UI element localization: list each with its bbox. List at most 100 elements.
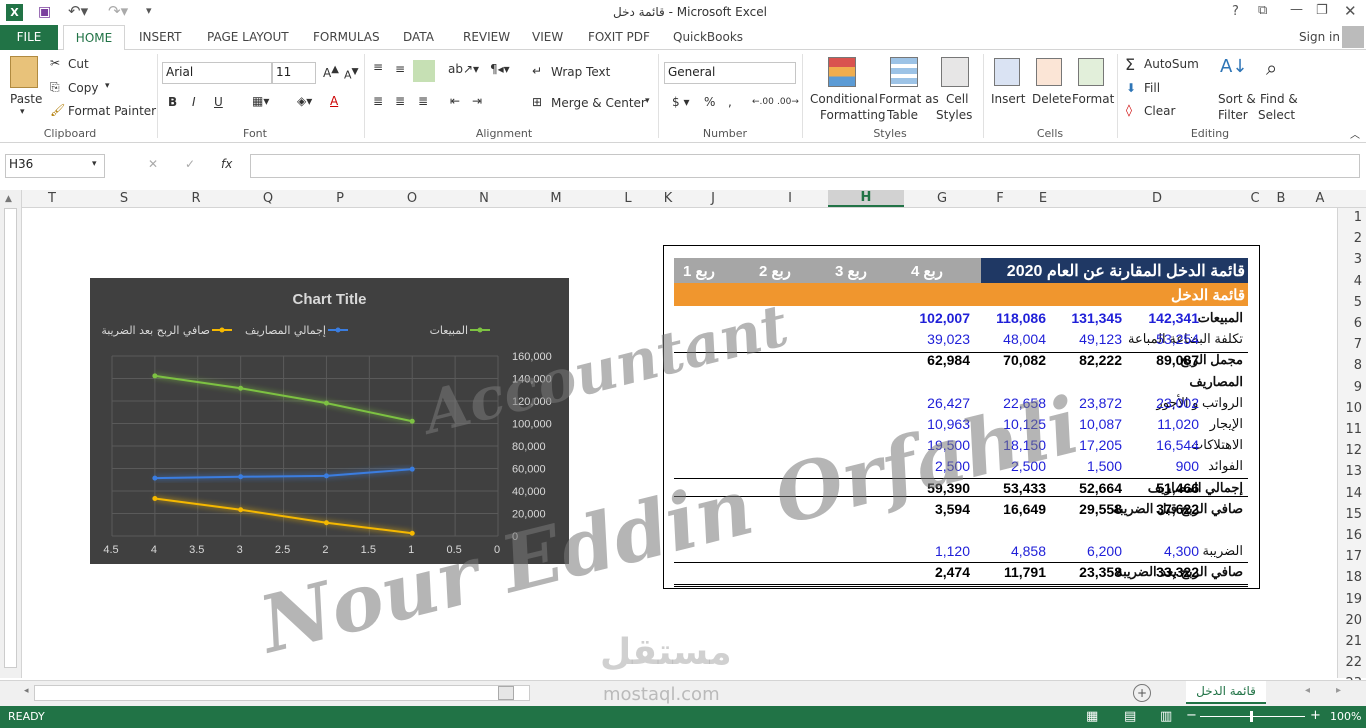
fill-icon[interactable]: ⬇	[1126, 81, 1136, 95]
column-header[interactable]: E	[1028, 191, 1058, 206]
accounting-format-icon[interactable]: $ ▾	[672, 95, 689, 109]
tab-foxit-pdf[interactable]: FOXIT PDF	[588, 30, 650, 44]
column-header[interactable]: R	[181, 191, 211, 206]
rtl-icon[interactable]: ¶◂▾	[490, 62, 510, 76]
conditional-formatting-icon[interactable]	[828, 57, 856, 87]
format-as-table-icon[interactable]	[890, 57, 918, 87]
horizontal-scrollbar[interactable]	[34, 685, 530, 701]
column-header[interactable]: M	[541, 191, 571, 206]
cell-styles-label2[interactable]: Styles	[936, 108, 972, 122]
row-header[interactable]: 19	[1345, 592, 1362, 607]
row-header[interactable]: 21	[1345, 634, 1362, 649]
column-header[interactable]: F	[985, 191, 1015, 206]
row-header[interactable]: 12	[1345, 443, 1362, 458]
row-header[interactable]: 8	[1354, 358, 1362, 373]
column-header[interactable]: G	[927, 191, 957, 206]
row-header[interactable]: 9	[1354, 380, 1362, 395]
number-format-dropdown[interactable]: General	[664, 62, 796, 84]
cell-styles-button[interactable]: Cell	[946, 92, 968, 106]
hscroll-left-icon[interactable]: ◂	[24, 686, 29, 696]
column-header[interactable]: O	[397, 191, 427, 206]
conditional-formatting-label2[interactable]: Formatting	[820, 108, 886, 122]
align-right-icon[interactable]: ≣	[418, 94, 428, 108]
row-header[interactable]: 2	[1354, 231, 1362, 246]
grow-font-icon[interactable]: A▲	[323, 64, 339, 80]
name-box-dropdown-icon[interactable]: ▾	[92, 159, 97, 169]
tab-file[interactable]: FILE	[0, 25, 58, 50]
row-header[interactable]: 7	[1354, 337, 1362, 352]
align-bottom-icon[interactable]	[413, 60, 435, 82]
row-header[interactable]: 14	[1345, 486, 1362, 501]
column-header[interactable]: J	[698, 191, 728, 206]
format-cells-button[interactable]: Format	[1072, 92, 1114, 106]
close-icon[interactable]: ✕	[1344, 2, 1357, 20]
align-top-icon[interactable]: ≡	[373, 60, 383, 74]
column-header[interactable]: Q	[253, 191, 283, 206]
column-header[interactable]: S	[109, 191, 139, 206]
underline-icon[interactable]: U	[214, 95, 223, 109]
tab-data[interactable]: DATA	[403, 30, 434, 44]
row-header[interactable]: 5	[1354, 295, 1362, 310]
orientation-icon[interactable]: ab↗▾	[448, 62, 479, 76]
font-color-icon[interactable]: A	[330, 94, 338, 108]
cut-button[interactable]: Cut	[68, 57, 89, 71]
autosum-icon[interactable]: Σ	[1125, 55, 1135, 74]
tab-page-layout[interactable]: PAGE LAYOUT	[207, 30, 289, 44]
find-select-button[interactable]: Find &	[1260, 92, 1298, 106]
page-break-view-icon[interactable]: ▥	[1160, 709, 1172, 724]
sort-filter-label2[interactable]: Filter	[1218, 108, 1248, 122]
row-header[interactable]: 13	[1345, 464, 1362, 479]
row-header[interactable]: 1	[1354, 210, 1362, 225]
percent-icon[interactable]: %	[704, 95, 715, 109]
tab-quickbooks[interactable]: QuickBooks	[673, 30, 743, 44]
bold-icon[interactable]: B	[168, 95, 177, 109]
help-icon[interactable]: ?	[1232, 4, 1239, 19]
tab-home[interactable]: HOME	[63, 25, 125, 51]
sheet-nav-next-icon[interactable]: ▸	[1336, 685, 1341, 696]
font-size-dropdown[interactable]: 11	[272, 62, 316, 84]
line-chart[interactable]: Chart Title 160,000 140,000 120,000 100,000…	[90, 278, 569, 564]
copy-button[interactable]: Copy	[68, 81, 98, 95]
row-header[interactable]: 4	[1354, 274, 1362, 289]
paste-icon[interactable]	[10, 56, 38, 88]
clear-button[interactable]: Clear	[1144, 104, 1175, 118]
vertical-scrollbar[interactable]: ▲	[0, 190, 22, 678]
sheet-tab-income[interactable]: قائمة الدخل	[1186, 681, 1266, 704]
row-header[interactable]: 10	[1345, 401, 1362, 416]
avatar[interactable]	[1342, 26, 1364, 48]
wrap-text-button[interactable]: Wrap Text	[551, 65, 610, 79]
row-header[interactable]: 15	[1345, 507, 1362, 522]
collapse-ribbon-icon[interactable]: ︿	[1350, 126, 1360, 141]
name-box[interactable]: H36	[5, 154, 105, 178]
format-as-table-button[interactable]: Format as	[879, 92, 939, 106]
row-header[interactable]: 6	[1354, 316, 1362, 331]
column-header[interactable]: K	[653, 191, 683, 206]
tab-insert[interactable]: INSERT	[139, 30, 182, 44]
column-header[interactable]: L	[613, 191, 643, 206]
column-header[interactable]: N	[469, 191, 499, 206]
column-header[interactable]: A	[1305, 191, 1335, 206]
row-header[interactable]: 16	[1345, 528, 1362, 543]
save-icon[interactable]: ▣	[38, 4, 51, 20]
zoom-level[interactable]: 100%	[1330, 710, 1361, 723]
restore-icon[interactable]: ❐	[1316, 3, 1328, 18]
hscroll-thumb[interactable]	[498, 686, 514, 700]
zoom-slider-thumb[interactable]	[1250, 711, 1253, 722]
scroll-up-icon[interactable]: ▲	[5, 194, 12, 204]
minimize-icon[interactable]: —	[1290, 2, 1303, 17]
zoom-in-icon[interactable]: +	[1310, 708, 1321, 723]
increase-decimal-icon[interactable]: ←.00	[752, 97, 774, 107]
new-sheet-icon[interactable]: +	[1133, 684, 1151, 702]
scroll-thumb[interactable]	[4, 208, 17, 668]
cancel-icon[interactable]: ✕	[148, 157, 158, 171]
sort-filter-button[interactable]: Sort &	[1218, 92, 1256, 106]
column-header[interactable]: P	[325, 191, 355, 206]
paste-dropdown-icon[interactable]: ▾	[20, 107, 25, 117]
wrap-text-icon[interactable]: ↵	[532, 64, 542, 78]
increase-indent-icon[interactable]: ⇥	[472, 94, 482, 108]
merge-center-icon[interactable]: ⊞	[532, 95, 542, 109]
row-header[interactable]: 20	[1345, 613, 1362, 628]
align-middle-icon[interactable]: ≡	[395, 62, 405, 76]
ribbon-display-icon[interactable]: ⧉	[1258, 3, 1267, 18]
tab-view[interactable]: VIEW	[532, 30, 563, 44]
